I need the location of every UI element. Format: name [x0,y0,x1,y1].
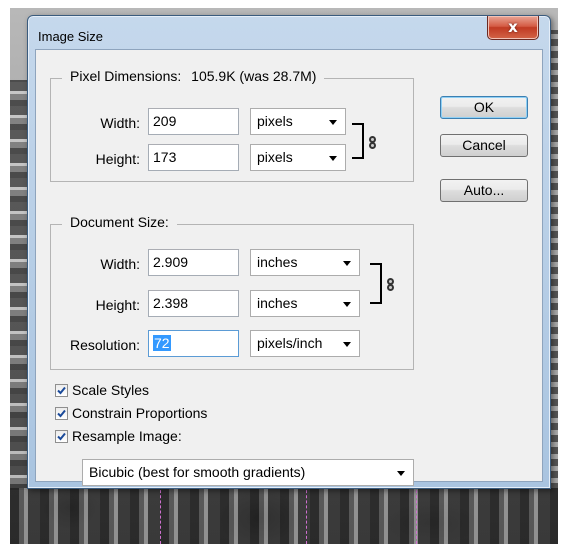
pixel-height-unit: pixels [257,149,293,165]
doc-width-input[interactable]: 2.909 [148,249,239,276]
checkmark-icon [57,432,66,441]
pixel-width-value: 209 [153,113,177,129]
resample-method-value: Bicubic (best for smooth gradients) [89,464,306,480]
constrain-proportions-label[interactable]: Constrain Proportions [72,405,207,421]
chevron-down-icon [397,471,405,476]
pixel-dimensions-title: Pixel Dimensions: [70,68,182,84]
scale-styles-checkbox[interactable] [55,384,68,397]
chevron-down-icon [343,261,351,266]
chain-link-icon [369,136,376,149]
ok-button[interactable]: OK [440,96,528,119]
pixel-height-input[interactable]: 173 [148,144,239,171]
constrain-proportions-checkbox[interactable] [55,407,68,420]
pixel-width-unit-select[interactable]: pixels [250,108,346,135]
resolution-value: 72 [153,335,171,351]
doc-height-label: Height: [95,297,140,313]
photo-bottom-strip [10,488,558,544]
chain-link-icon [387,278,394,291]
chevron-down-icon [343,302,351,307]
resolution-unit: pixels/inch [257,335,323,351]
doc-width-label: Width: [100,256,140,272]
document-size-legend: Document Size: [62,214,177,230]
resample-method-select[interactable]: Bicubic (best for smooth gradients) [82,459,414,486]
pixel-width-unit: pixels [257,113,293,129]
resolution-unit-select[interactable]: pixels/inch [250,330,360,357]
document-size-title: Document Size: [70,214,169,230]
doc-height-input[interactable]: 2.398 [148,290,239,317]
doc-height-value: 2.398 [153,295,189,311]
resolution-input[interactable]: 72 [148,330,239,357]
resample-image-label[interactable]: Resample Image: [72,428,182,444]
doc-width-unit: inches [257,254,298,270]
pixel-dimensions-size: 105.9K (was 28.7M) [191,68,317,84]
pixel-height-value: 173 [153,149,177,165]
cancel-button[interactable]: Cancel [440,134,528,157]
chevron-down-icon [329,120,337,125]
pixel-width-label: Width: [100,115,140,131]
resolution-label: Resolution: [69,337,140,353]
pixel-height-label: Height: [95,151,140,167]
chevron-down-icon [329,156,337,161]
doc-width-value: 2.909 [153,254,189,270]
pixel-width-input[interactable]: 209 [148,108,239,135]
guide-line [160,480,161,544]
checkmark-icon [57,386,66,395]
doc-height-unit-select[interactable]: inches [250,290,360,317]
title-bar[interactable]: Image Size x [28,16,550,50]
close-button[interactable]: x [487,16,539,40]
dialog-title: Image Size [38,29,104,44]
doc-width-unit-select[interactable]: inches [250,249,360,276]
pixel-height-unit-select[interactable]: pixels [250,144,346,171]
doc-height-unit: inches [257,295,298,311]
image-size-dialog: Image Size x Pixel Dimensions: 105.9K (w… [27,15,551,489]
pixel-dimensions-legend: Pixel Dimensions: 105.9K (was 28.7M) [62,68,325,84]
guide-line [306,480,307,544]
checkmark-icon [57,409,66,418]
auto-button[interactable]: Auto... [440,179,528,202]
scale-styles-label[interactable]: Scale Styles [72,382,149,398]
pixel-constrain-bracket [352,123,364,159]
chevron-down-icon [343,342,351,347]
guide-line [416,480,417,544]
resample-image-checkbox[interactable] [55,430,68,443]
close-icon: x [508,18,518,36]
doc-constrain-bracket [370,263,382,304]
dialog-body: Pixel Dimensions: 105.9K (was 28.7M) Wid… [35,49,543,486]
